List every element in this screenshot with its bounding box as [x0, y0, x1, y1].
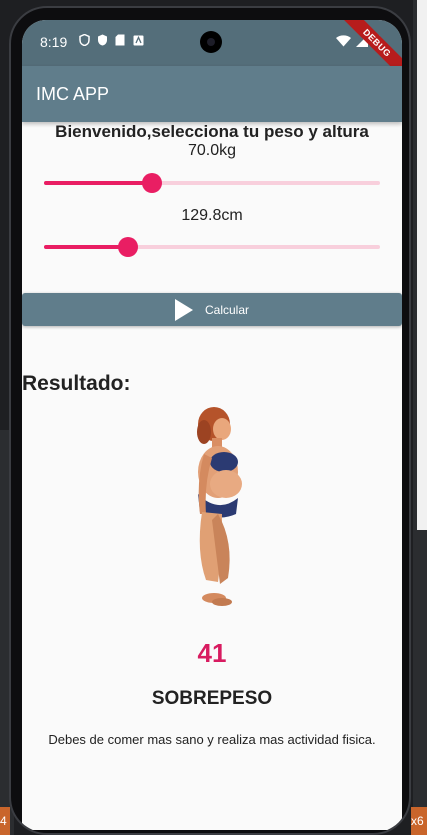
result-heading: Resultado: [22, 372, 131, 395]
wifi-icon [336, 34, 351, 52]
bmi-category: SOBREPESO [151, 688, 273, 709]
app-title: IMC APP [36, 84, 110, 104]
weight-slider-fill [44, 181, 152, 185]
app-notification-icon [132, 34, 144, 46]
calculate-button[interactable]: Calcular [22, 293, 402, 326]
status-notification-icons [78, 34, 144, 46]
shield-icon [78, 34, 90, 46]
height-value-label: 129.8cm [181, 207, 243, 224]
sd-card-icon [114, 34, 126, 46]
play-icon [174, 298, 193, 321]
phone-screen: 8:19 DEBUG IMC APP Bienvenido,selecciona… [22, 20, 402, 830]
bmi-value: 41 [197, 638, 227, 668]
weight-slider-thumb[interactable] [141, 173, 162, 193]
advice-text: Debes de comer mas sano y realiza mas ac… [48, 732, 376, 747]
welcome-heading: Bienvenido,selecciona tu peso y altura [55, 122, 369, 141]
backdrop-window-edge [417, 0, 427, 530]
weight-slider[interactable] [44, 173, 380, 193]
status-time: 8:19 [40, 34, 68, 50]
height-slider-thumb[interactable] [118, 237, 138, 257]
phone-frame: 8:19 DEBUG IMC APP Bienvenido,selecciona… [9, 6, 411, 835]
height-slider[interactable] [44, 237, 380, 257]
overweight-figure-illustration [182, 402, 262, 612]
weight-value-label: 70.0kg [187, 142, 237, 159]
front-camera [200, 31, 222, 53]
security-icon [96, 34, 108, 46]
app-bar: IMC APP [22, 66, 402, 122]
backdrop-tag-right: x6 [411, 807, 427, 835]
calculate-button-label: Calcular [204, 302, 249, 317]
backdrop-right-panel [413, 0, 427, 835]
status-bar: 8:19 DEBUG [22, 20, 402, 87]
height-slider-fill [44, 245, 128, 249]
backdrop-tag-left: 4 [0, 807, 10, 835]
